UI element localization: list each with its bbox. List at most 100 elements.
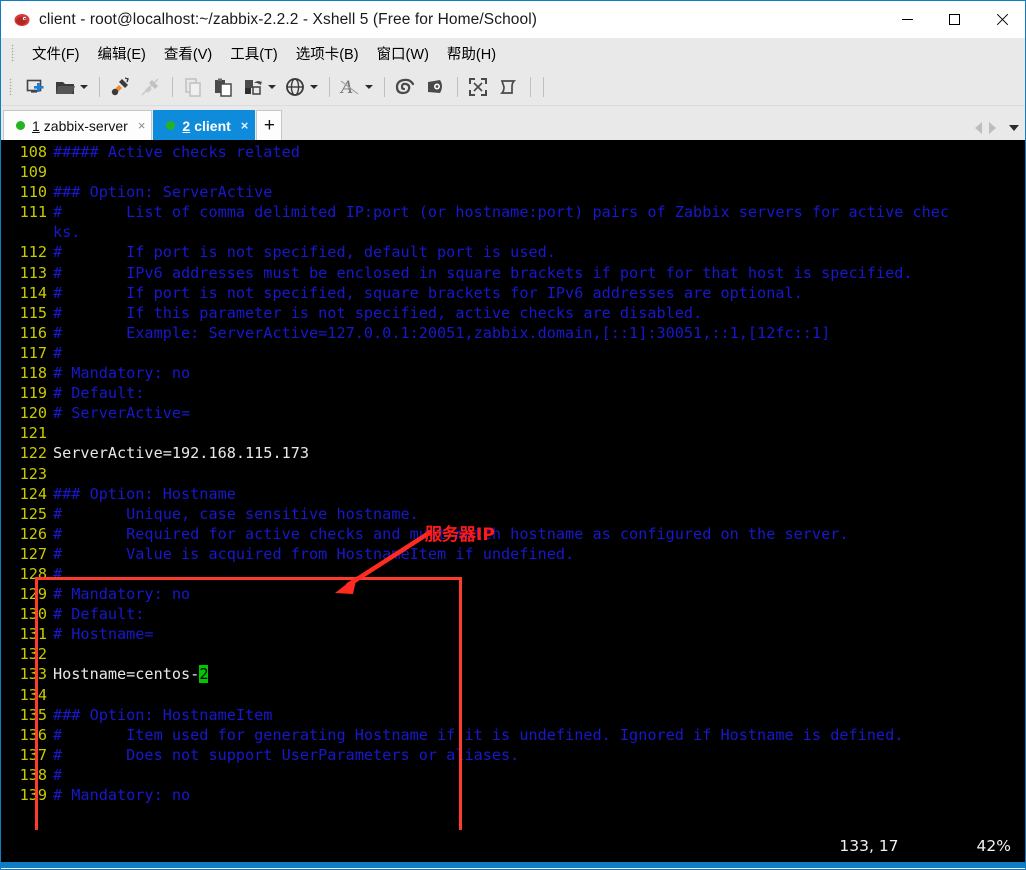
terminal-line: 112 # If port is not specified, default p…: [3, 242, 1025, 262]
close-button[interactable]: [978, 1, 1025, 38]
tab-navigation: [975, 122, 1019, 134]
line-number: 135: [19, 705, 47, 724]
line-number: 115: [19, 303, 47, 322]
menu-view[interactable]: 查看(V): [155, 40, 221, 67]
line-content: # Mandatory: no: [53, 786, 191, 804]
terminal-line: 134: [3, 685, 1025, 705]
log-button[interactable]: [494, 72, 522, 102]
terminal-status-line: 133, 17 42%: [1, 830, 1025, 862]
tab-bar: 1 zabbix-server × 2 client × +: [1, 106, 1025, 140]
line-content: ### Option: HostnameItem: [53, 705, 273, 724]
fullscreen-icon: [469, 77, 487, 96]
terminal-line: 115 # If this parameter is not specified,…: [3, 303, 1025, 323]
line-number: 122: [19, 444, 47, 463]
menu-tabs[interactable]: 选项卡(B): [287, 40, 368, 67]
toolbar-separator: [99, 76, 100, 97]
file-transfer-button[interactable]: [239, 72, 279, 102]
menu-help[interactable]: 帮助(H): [438, 40, 505, 67]
line-content: # ServerActive=: [53, 404, 191, 423]
terminal-line: 132: [3, 644, 1025, 664]
line-number: 130: [19, 605, 47, 624]
terminal-line: 122 ServerActive=192.168.115.173: [3, 443, 1025, 463]
tab-number: 1: [32, 117, 40, 134]
toolbar: A: [1, 68, 1025, 106]
line-number: 134: [19, 685, 47, 704]
fullscreen-button[interactable]: [464, 72, 492, 102]
toolbar-separator: [384, 76, 385, 97]
line-number: 137: [19, 745, 47, 764]
terminal-text: 108 ##### Active checks related 109 110 ### …: [1, 140, 1025, 862]
terminal-line: 110 ### Option: ServerActive: [3, 182, 1025, 202]
menu-edit[interactable]: 编辑(E): [89, 40, 155, 67]
terminal-line: 130 # Default:: [3, 604, 1025, 624]
connect-button[interactable]: [106, 72, 134, 102]
line-content: #: [53, 564, 63, 583]
terminal-line: 124 ### Option: Hostname: [3, 484, 1025, 504]
shell-button[interactable]: [391, 72, 419, 102]
maximize-button[interactable]: [931, 1, 978, 38]
toolbar-separator: [457, 76, 458, 97]
globe-button[interactable]: [281, 72, 321, 102]
terminal-line: 108 ##### Active checks related: [3, 142, 1025, 162]
font-button[interactable]: A: [336, 72, 376, 102]
terminal-line: 131 # Hostname=: [3, 624, 1025, 644]
line-content: # List of comma delimited IP:port (or ho…: [53, 203, 950, 222]
line-number: 116: [19, 323, 47, 342]
menu-window[interactable]: 窗口(W): [368, 40, 438, 67]
file-transfer-dropdown-icon[interactable]: [268, 84, 276, 89]
scroll-tabs-right-icon[interactable]: [989, 122, 996, 134]
open-session-button[interactable]: [51, 72, 91, 102]
open-session-dropdown-icon[interactable]: [80, 84, 88, 89]
line-number: 126: [19, 524, 47, 543]
terminal-line: 139 # Mandatory: no: [3, 785, 1025, 805]
menu-tools[interactable]: 工具(T): [221, 40, 287, 67]
terminal-line: 120 # ServerActive=: [3, 403, 1025, 423]
line-content: # Example: ServerActive=127.0.0.1:20051,…: [53, 323, 831, 342]
menu-bar: 文件(F) 编辑(E) 查看(V) 工具(T) 选项卡(B) 窗口(W) 帮助(…: [1, 38, 1025, 68]
line-number: 112: [19, 243, 47, 262]
shell-alt-icon: [428, 79, 442, 93]
minimize-icon: [902, 19, 913, 20]
new-tab-button[interactable]: +: [256, 110, 283, 140]
terminal-line: 126 # Required for active checks and must…: [3, 524, 1025, 544]
xshell-icon: [13, 11, 31, 29]
font-dropdown-icon[interactable]: [365, 84, 373, 89]
shell-alt-button[interactable]: [421, 72, 449, 102]
terminal-panel[interactable]: 108 ##### Active checks related 109 110 ### …: [1, 140, 1025, 862]
line-content: ### Option: Hostname: [53, 484, 236, 503]
line-content: # If port is not specified, square brack…: [53, 283, 803, 302]
xshell-window: client - root@localhost:~/zabbix-2.2.2 -…: [0, 0, 1026, 870]
terminal-line: 119 # Default:: [3, 383, 1025, 403]
line-number: 124: [19, 484, 47, 503]
tab-close-icon[interactable]: ×: [138, 119, 146, 132]
line-content: # Mandatory: no: [53, 364, 191, 383]
terminal-line: 133 Hostname=centos-2: [3, 664, 1025, 684]
line-content: ### Option: ServerActive: [53, 183, 273, 202]
terminal-line: 136 # Item used for generating Hostname i…: [3, 725, 1025, 745]
terminal-line: 137 # Does not support UserParameters or …: [3, 745, 1025, 765]
tab-list-dropdown-icon[interactable]: [1009, 125, 1019, 131]
minimize-button[interactable]: [884, 1, 931, 38]
globe-dropdown-icon[interactable]: [310, 84, 318, 89]
terminal-line: 109: [3, 162, 1025, 182]
tab-close-icon[interactable]: ×: [241, 119, 249, 132]
tab-zabbix-server[interactable]: 1 zabbix-server ×: [3, 110, 153, 140]
maximize-icon: [949, 14, 960, 25]
terminal-line: 113 # IPv6 addresses must be enclosed in …: [3, 263, 1025, 283]
line-number: 123: [19, 464, 47, 483]
menu-drag-grip[interactable]: [11, 44, 15, 62]
line-content: # Hostname=: [53, 625, 154, 644]
scroll-tabs-left-icon[interactable]: [975, 122, 982, 134]
terminal-line: 114 # If port is not specified, square br…: [3, 283, 1025, 303]
line-number: 133: [19, 665, 47, 684]
line-content: # If port is not specified, default port…: [53, 243, 556, 262]
paste-button[interactable]: [209, 72, 237, 102]
new-session-button[interactable]: [21, 72, 49, 102]
line-number: 128: [19, 564, 47, 583]
tab-status-dot-icon: [16, 121, 25, 130]
line-number: 131: [19, 625, 47, 644]
tab-client[interactable]: 2 client ×: [153, 110, 256, 140]
window-title: client - root@localhost:~/zabbix-2.2.2 -…: [39, 10, 538, 28]
toolbar-drag-grip[interactable]: [9, 77, 13, 96]
menu-file[interactable]: 文件(F): [23, 40, 89, 67]
